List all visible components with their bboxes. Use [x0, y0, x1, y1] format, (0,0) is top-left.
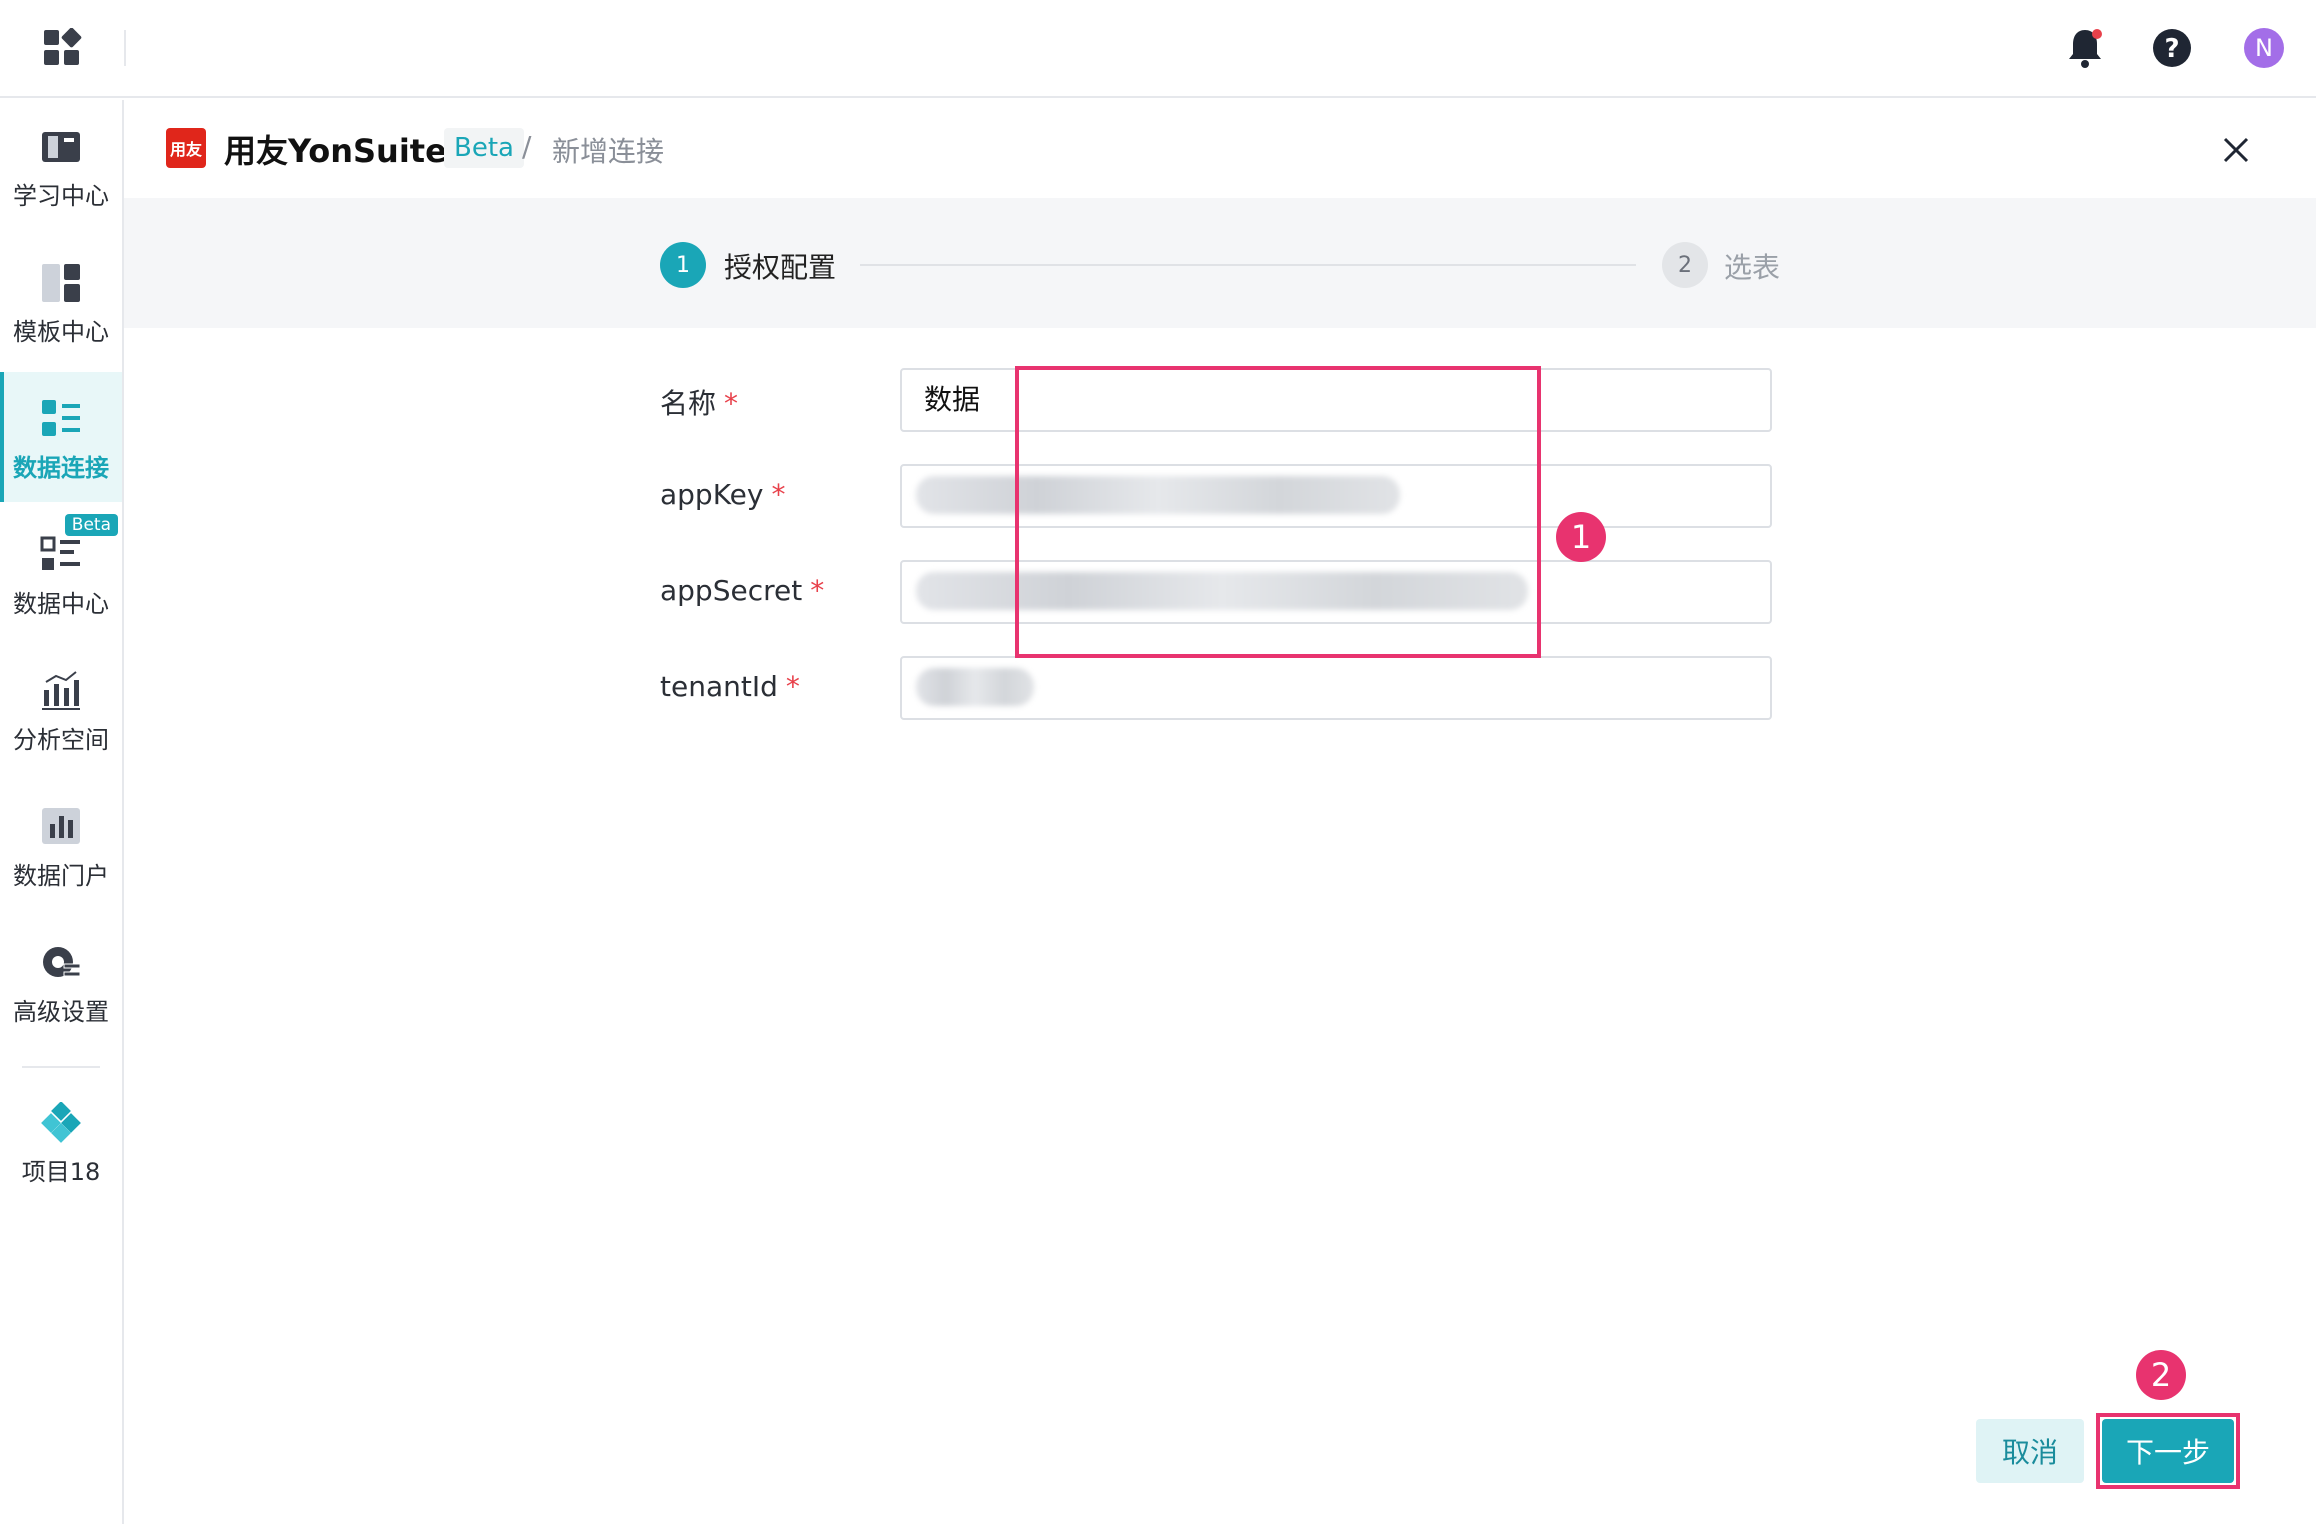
data-portal-icon: [42, 808, 80, 844]
tenantid-label: tenantId *: [660, 670, 800, 703]
step-2-label: 选表: [1724, 251, 1781, 284]
annotation-highlight-box: [1015, 366, 1541, 658]
sidebar-item-template-center[interactable]: 模板中心: [0, 236, 122, 366]
help-question-icon[interactable]: ?: [2152, 28, 2192, 68]
template-center-icon: [42, 264, 80, 302]
brand-name: 用友YonSuite: [224, 132, 447, 170]
sidebar-divider: [22, 1066, 100, 1068]
beta-badge: Beta: [444, 128, 524, 168]
sidebar-item-advanced-settings[interactable]: 高级设置: [0, 916, 122, 1046]
panel-header: 用友 用友YonSuite Beta / 新增连接: [124, 100, 2316, 198]
topbar-divider: [124, 30, 126, 66]
step-connector-line: [860, 264, 1636, 266]
breadcrumb-current: 新增连接: [552, 135, 665, 168]
sidebar-item-label: 模板中心: [13, 318, 109, 346]
sidebar: 学习中心 模板中心 数据连接 Beta 数据中心 分析空间 数据门户 高级设置 …: [0, 100, 124, 1524]
redacted-value: [916, 668, 1034, 706]
sidebar-item-learning-center[interactable]: 学习中心: [0, 100, 122, 230]
sidebar-item-label: 高级设置: [13, 998, 109, 1026]
annotation-marker-2: 2: [2136, 1350, 2186, 1400]
steps-bar: 1 授权配置 2 选表: [124, 198, 2316, 328]
svg-text:?: ?: [2164, 34, 2179, 64]
step-1-indicator: 1: [660, 242, 706, 288]
cancel-button[interactable]: 取消: [1976, 1419, 2084, 1483]
sidebar-item-label: 学习中心: [13, 182, 109, 210]
sidebar-item-label: 数据门户: [13, 862, 109, 890]
sidebar-item-label: 项目18: [21, 1158, 101, 1186]
new-connection-panel: 用友 用友YonSuite Beta / 新增连接 1 授权配置 2 选表: [124, 100, 2316, 1524]
yonyou-logo-icon: 用友: [166, 128, 206, 168]
data-center-icon: [40, 536, 80, 570]
analysis-space-icon: [42, 671, 80, 710]
breadcrumb-separator: /: [522, 130, 532, 163]
appsecret-label: appSecret *: [660, 574, 825, 607]
close-icon[interactable]: [2222, 136, 2250, 164]
step-2-indicator: 2: [1662, 242, 1708, 288]
sidebar-item-project[interactable]: 项目18: [0, 1076, 122, 1206]
sidebar-item-data-center[interactable]: Beta 数据中心: [0, 508, 122, 638]
form-row-tenantid: tenantId *: [660, 656, 1908, 720]
sidebar-item-label: 分析空间: [13, 726, 109, 754]
sidebar-item-analysis-space[interactable]: 分析空间: [0, 644, 122, 774]
sidebar-item-data-portal[interactable]: 数据门户: [0, 780, 122, 910]
apps-grid-icon[interactable]: [42, 28, 82, 68]
notification-bell-icon[interactable]: [2064, 26, 2106, 70]
next-step-button[interactable]: 下一步: [2102, 1419, 2234, 1483]
project-icon: [41, 1102, 81, 1143]
annotation-marker-1: 1: [1556, 512, 1606, 562]
sidebar-item-label: 数据连接: [13, 454, 109, 482]
appkey-label: appKey *: [660, 478, 786, 511]
learning-center-icon: [42, 132, 80, 162]
top-bar: ? N: [0, 0, 2316, 98]
data-connection-icon: [42, 400, 80, 436]
sidebar-item-data-connection[interactable]: 数据连接: [0, 372, 122, 502]
sidebar-item-label: 数据中心: [13, 590, 109, 618]
advanced-settings-icon: [43, 947, 81, 977]
user-avatar[interactable]: N: [2244, 28, 2284, 68]
name-label: 名称 *: [660, 387, 739, 420]
step-1-label: 授权配置: [724, 251, 837, 284]
beta-badge: Beta: [64, 514, 118, 536]
